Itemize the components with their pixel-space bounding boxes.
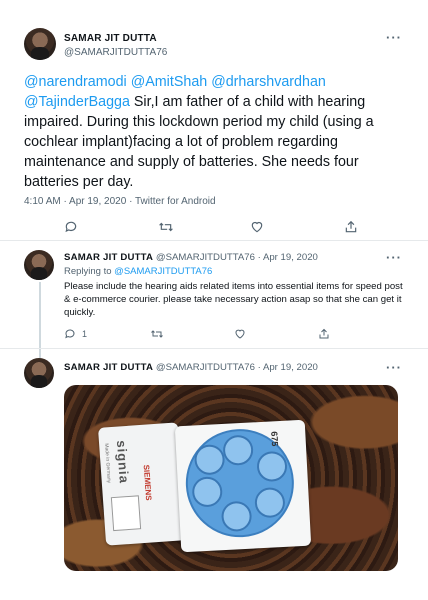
mention-link[interactable]: @drharshvardhan xyxy=(211,74,326,90)
pack-label-box xyxy=(110,495,142,532)
share-button[interactable] xyxy=(344,220,358,234)
retweet-button[interactable] xyxy=(158,220,174,234)
more-options-button[interactable]: ··· xyxy=(386,30,402,45)
reply-text: Please include the hearing aids related … xyxy=(64,281,403,318)
author-name[interactable]: SAMAR JIT DUTTA xyxy=(64,252,153,263)
battery-cell xyxy=(193,443,226,476)
reply-button[interactable]: 1 xyxy=(64,328,87,340)
retweet-button[interactable] xyxy=(150,328,164,340)
like-button[interactable] xyxy=(234,328,246,340)
battery-cell xyxy=(220,500,253,533)
battery-cell xyxy=(191,476,224,508)
battery-cell xyxy=(222,434,254,466)
author-handle-date[interactable]: @SAMARJITDUTTA76 · Apr 19, 2020 xyxy=(156,362,318,373)
battery-size-label: 675 xyxy=(269,431,280,447)
author-handle[interactable]: @SAMARJITDUTTA76 xyxy=(64,47,167,58)
reply-icon xyxy=(65,329,75,339)
retweet-icon xyxy=(159,222,173,232)
author-handle-date[interactable]: @SAMARJITDUTTA76 · Apr 19, 2020 xyxy=(156,252,318,263)
share-button[interactable] xyxy=(318,328,330,340)
author-name[interactable]: SAMAR JIT DUTTA xyxy=(64,362,153,373)
replying-handle-link[interactable]: @SAMARJITDUTTA76 xyxy=(114,266,212,277)
reply-header: SAMAR JIT DUTTA @SAMARJITDUTTA76 · Apr 1… xyxy=(64,252,318,263)
mention-link[interactable]: @narendramodi xyxy=(24,74,127,90)
share-icon xyxy=(345,220,357,233)
like-icon xyxy=(251,221,263,233)
tweet-timestamp[interactable]: 4:10 AM · Apr 19, 2020 · Twitter for And… xyxy=(24,196,216,207)
reply-count: 1 xyxy=(82,329,88,339)
tweet-text: @narendramodi @AmitShah @drharshvardhan … xyxy=(24,72,410,192)
pack-subtext: Made in Germany xyxy=(103,443,112,484)
battery-cell xyxy=(256,450,288,483)
replying-to: Replying to @SAMARJITDUTTA76 xyxy=(64,266,212,277)
avatar[interactable] xyxy=(24,358,54,388)
divider xyxy=(0,240,428,241)
battery-wheel-card: 675 xyxy=(174,419,312,553)
retweet-icon xyxy=(151,330,163,338)
more-options-button[interactable]: ··· xyxy=(386,250,402,265)
battery-pack-card: Made in Germany signia SIEMENS xyxy=(97,422,187,546)
avatar[interactable] xyxy=(24,250,54,280)
avatar[interactable] xyxy=(24,28,56,60)
pack-logo: SIEMENS xyxy=(141,464,154,501)
more-options-button[interactable]: ··· xyxy=(386,360,402,375)
pack-brand: signia xyxy=(113,439,132,485)
share-icon xyxy=(319,328,329,339)
reply-icon xyxy=(65,221,77,233)
tweet-media-image[interactable]: Made in Germany signia SIEMENS 675 xyxy=(64,385,398,571)
author-name[interactable]: SAMAR JIT DUTTA xyxy=(64,33,157,44)
replying-label: Replying to xyxy=(64,266,115,277)
mention-link[interactable]: @TajinderBagga xyxy=(24,94,130,110)
reply-header: SAMAR JIT DUTTA @SAMARJITDUTTA76 · Apr 1… xyxy=(64,362,318,373)
like-icon xyxy=(235,329,245,339)
like-button[interactable] xyxy=(250,220,264,234)
divider xyxy=(0,348,428,349)
battery-cell xyxy=(254,486,286,519)
reply-button[interactable] xyxy=(64,220,78,234)
mention-link[interactable]: @AmitShah xyxy=(131,74,208,90)
